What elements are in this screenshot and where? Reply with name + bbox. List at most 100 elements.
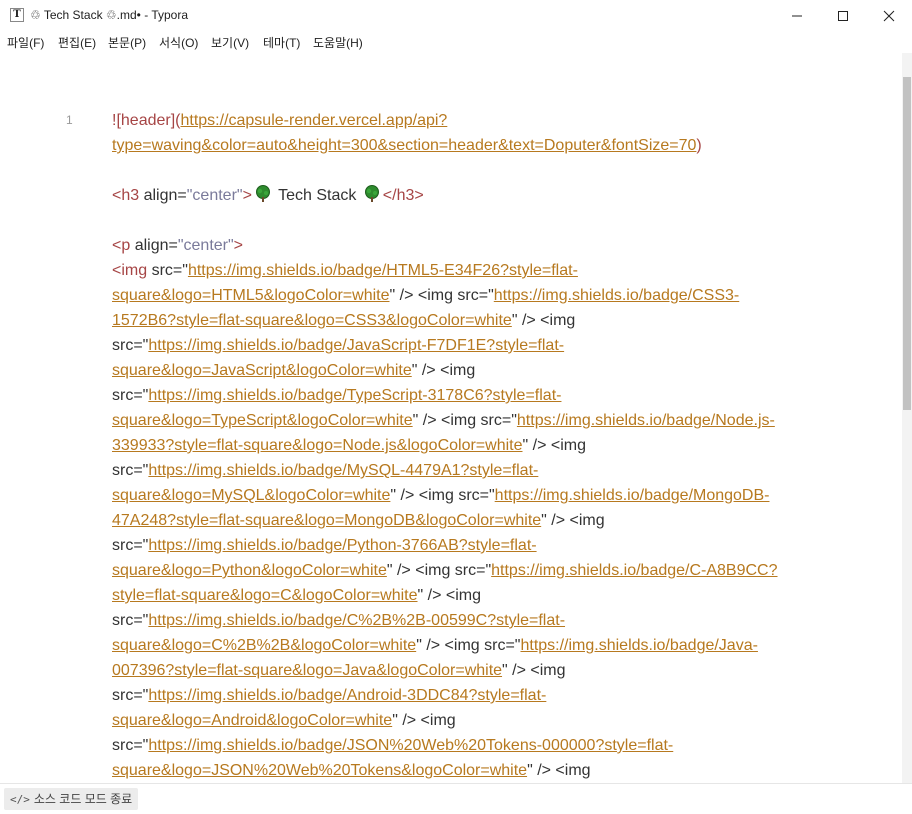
code-url: square&logo=Python&logoColor=white [112,562,387,579]
code-url: https://img.shields.io/badge/CSS3- [493,287,740,304]
code-line[interactable]: 339933?style=flat-square&logo=Node.js&lo… [112,433,832,458]
code-token: > [242,187,252,204]
code-line[interactable]: style=flat-square&logo=C&logoColor=white… [112,583,832,608]
menu-paragraph[interactable]: 본문(P) [108,34,146,51]
code-line[interactable]: square&logo=TypeScript&logoColor=white" … [112,408,832,433]
code-line[interactable]: <p align="center"> [112,233,832,258]
code-line[interactable]: <h3 align="center"> Tech Stack </h3> [112,183,832,208]
code-token: src=" [112,537,149,554]
code-line[interactable]: square&logo=C%2B%2B&logoColor=white" /> … [112,633,832,658]
code-line[interactable]: type=waving&color=auto&height=300&sectio… [112,133,832,158]
code-token: src=" [112,687,149,704]
code-line[interactable]: src="https://img.shields.io/badge/Python… [112,533,832,558]
maximize-icon [838,11,848,21]
code-token: src=" [112,737,149,754]
code-url: https://img.shields.io/badge/JSON%20Web%… [148,737,674,754]
code-token: " /> <img src=" [386,562,492,579]
code-token: src=" [151,262,188,279]
code-line[interactable]: square&logo=HTML5&logoColor=white" /> <i… [112,283,832,308]
code-token: src=" [112,337,149,354]
minimize-icon [792,15,802,17]
code-line[interactable]: ![header](https://capsule-render.vercel.… [112,108,832,133]
code-token: " /> <img src=" [412,412,517,429]
code-line[interactable]: src="https://img.shields.io/badge/JavaSc… [112,333,832,358]
scrollbar-thumb[interactable] [903,77,911,410]
code-line[interactable]: square&logo=Android&logoColor=white" /> … [112,708,832,733]
code-token: " /> <img [502,662,566,679]
vertical-scrollbar[interactable] [902,53,912,783]
code-url: https://img.shields.io/badge/Node.js- [516,412,775,429]
code-token: <p [112,237,135,254]
source-mode-label: 소스 코드 모드 종료 [33,792,133,806]
code-line[interactable] [112,158,832,183]
code-line[interactable]: 47A248?style=flat-square&logo=MongoDB&lo… [112,508,832,533]
code-token: <h3 [112,187,144,204]
title-bar: T ♲ Tech Stack ♲.md• - Typora [0,0,912,31]
menu-bar: 파일(F) 편집(E) 본문(P) 서식(O) 보기(V) 테마(T) 도움말(… [0,31,912,53]
code-token: " /> <img [417,587,481,604]
code-url: square&logo=MySQL&logoColor=white [112,487,391,504]
code-line[interactable]: square&logo=JSON%20Web%20Tokens&logoColo… [112,758,832,783]
code-line[interactable] [112,208,832,233]
code-token: " /> <img [511,312,576,329]
code-token: ![header]( [112,112,181,129]
exit-source-mode-button[interactable]: </> 소스 코드 모드 종료 [4,788,139,810]
code-token: " /> <img src=" [389,287,494,304]
code-icon: </> [10,793,30,806]
code-url: https://img.shields.io/badge/Python-3766… [148,537,537,554]
close-icon [883,10,895,22]
code-token: " /> <img src=" [390,487,495,504]
code-line[interactable]: src="https://img.shields.io/badge/C%2B%2… [112,608,832,633]
code-line[interactable]: src="https://img.shields.io/badge/JSON%2… [112,733,832,758]
code-line[interactable]: src="https://img.shields.io/badge/Androi… [112,683,832,708]
menu-format[interactable]: 서식(O) [159,34,198,51]
code-line[interactable]: 007396?style=flat-square&logo=Java&logoC… [112,658,832,683]
menu-view[interactable]: 보기(V) [211,34,249,51]
code-token: </h3> [382,187,424,204]
code-url: square&logo=C%2B%2B&logoColor=white [112,637,417,654]
code-line[interactable]: src="https://img.shields.io/badge/TypeSc… [112,383,832,408]
code-line[interactable]: src="https://img.shields.io/badge/MySQL-… [112,458,832,483]
maximize-button[interactable] [820,0,866,31]
tree-icon [254,185,272,203]
code-url: https://img.shields.io/badge/Android-3DD… [148,687,547,704]
code-url: https://img.shields.io/badge/HTML5-E34F2… [187,262,578,279]
source-editor[interactable]: 1 ![header](https://capsule-render.verce… [0,53,902,783]
code-token: "center" [177,237,234,254]
code-token: src=" [112,462,149,479]
code-token: " /> <img [541,512,605,529]
typora-app-icon: T [10,8,24,22]
code-token: ) [696,137,702,154]
code-token: align= [143,187,187,204]
code-url: square&logo=JavaScript&logoColor=white [112,362,412,379]
line-number: 1 [66,113,73,127]
code-url: https://img.shields.io/badge/JavaScript-… [148,337,565,354]
code-token: align= [134,237,178,254]
code-url: https://img.shields.io/badge/C%2B%2B-005… [148,612,566,629]
code-url: 007396?style=flat-square&logo=Java&logoC… [112,662,503,679]
code-line[interactable]: 1572B6?style=flat-square&logo=CSS3&logoC… [112,308,832,333]
minimize-button[interactable] [774,0,820,31]
code-url: https://img.shields.io/badge/TypeScript-… [148,387,562,404]
code-line[interactable]: square&logo=JavaScript&logoColor=white" … [112,358,832,383]
code-line[interactable]: square&logo=MySQL&logoColor=white" /> <i… [112,483,832,508]
close-button[interactable] [866,0,912,31]
tree-icon [363,185,381,203]
menu-edit[interactable]: 편집(E) [58,34,96,51]
code-token: " /> <img src=" [416,637,521,654]
source-code-text[interactable]: ![header](https://capsule-render.vercel.… [112,108,832,783]
code-token: src=" [112,612,149,629]
code-token: " /> <img [522,437,586,454]
code-url: https://img.shields.io/badge/C-A8B9CC? [491,562,778,579]
status-bar: </> 소스 코드 모드 종료 [0,783,912,814]
menu-help[interactable]: 도움말(H) [313,34,363,51]
menu-file[interactable]: 파일(F) [7,34,44,51]
menu-theme[interactable]: 테마(T) [263,34,300,51]
code-token: " /> <img [392,712,456,729]
code-line[interactable]: <img src="https://img.shields.io/badge/H… [112,258,832,283]
code-token: Tech Stack [273,187,361,204]
code-line[interactable]: square&logo=Python&logoColor=white" /> <… [112,558,832,583]
code-url: square&logo=JSON%20Web%20Tokens&logoColo… [112,762,528,779]
code-token: " /> <img [411,362,476,379]
window-title: ♲ Tech Stack ♲.md• - Typora [30,8,188,22]
